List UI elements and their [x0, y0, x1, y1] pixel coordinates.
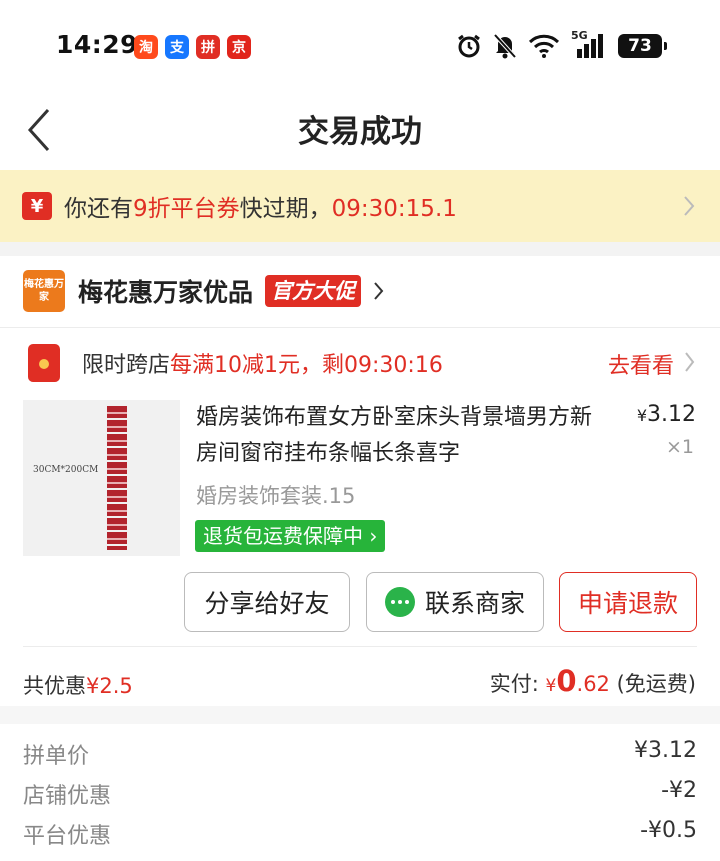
cellular-signal-icon: 5G: [571, 29, 607, 59]
coupon-countdown: 09:30:15.1: [331, 196, 457, 222]
promo-label: 限时跨店每满10减1元，剩09:30:16: [82, 347, 443, 379]
amount-paid: 实付: ¥0.62 (免运费): [490, 664, 696, 698]
coupon-icon: ¥: [22, 192, 52, 220]
store-row[interactable]: 梅花惠万家 梅花惠万家优品 官方大促: [0, 256, 720, 326]
detail-label: 平台优惠: [23, 824, 112, 849]
return-shipping-guarantee-badge[interactable]: 退货包运费保障中 ›: [195, 520, 386, 552]
mute-bell-icon: [493, 33, 517, 59]
paid-integer: 0: [556, 664, 577, 698]
thumbnail-size-caption: 30CM*200CM: [33, 465, 99, 475]
coupon-text-suffix: 快过期，: [239, 196, 332, 222]
promo-view-link[interactable]: 去看看: [608, 348, 674, 380]
detail-value: ¥3.12: [634, 738, 697, 763]
detail-row-platform-discount: 平台优惠 -¥0.5: [23, 818, 697, 850]
section-gap: [0, 706, 720, 724]
product-title[interactable]: 婚房装饰布置女方卧室床头背景墙男方新房间窗帘挂布条幅长条喜字: [196, 400, 608, 472]
price-currency: ¥: [636, 406, 648, 425]
share-to-friend-button[interactable]: 分享给好友: [184, 572, 350, 632]
chevron-right-icon: [685, 352, 695, 372]
paid-currency: ¥: [545, 676, 557, 696]
alipay-app-icon: 支: [165, 35, 189, 59]
price-value: 3.12: [647, 402, 696, 427]
cross-store-promo-row[interactable]: 限时跨店每满10减1元，剩09:30:16 去看看: [0, 328, 720, 398]
product-price: ¥3.12: [637, 402, 696, 427]
coupon-name: 9折平台券: [133, 196, 240, 222]
promo-deal-text: 每满10减1元，剩09:30:16: [170, 353, 443, 378]
total-discount: 共优惠¥2.5: [23, 670, 133, 700]
detail-label: 店铺优惠: [23, 784, 112, 809]
status-bar: 14:29 淘 支 拼 京 5G 73: [0, 0, 720, 92]
status-indicators: 5G 73: [456, 29, 667, 59]
coupon-expiry-banner[interactable]: ¥ 你还有9折平台券快过期，09:30:15.1: [0, 170, 720, 242]
guarantee-text: 退货包运费保障中: [203, 524, 363, 548]
battery-icon: 73: [618, 34, 667, 58]
taobao-app-icon: 淘: [134, 35, 158, 59]
status-time: 14:29: [56, 30, 139, 59]
detail-row-store-discount: 店铺优惠 -¥2: [23, 778, 697, 810]
wifi-icon: [528, 34, 560, 58]
alarm-icon: [458, 34, 480, 58]
detail-value: -¥0.5: [640, 818, 697, 843]
request-refund-button[interactable]: 申请退款: [559, 572, 697, 632]
discount-label: 共优惠: [23, 674, 86, 698]
thumbnail-banner-strip: [107, 406, 127, 550]
product-quantity: ×1: [665, 436, 694, 458]
notification-app-icons: 淘 支 拼 京: [134, 35, 251, 59]
shipping-note: (免运费): [616, 672, 696, 696]
product-spec: 婚房装饰套装.15: [196, 484, 356, 508]
discount-value: ¥2.5: [86, 674, 133, 698]
divider: [23, 646, 697, 647]
store-logo: 梅花惠万家: [23, 270, 65, 312]
store-name: 梅花惠万家优品: [78, 278, 254, 307]
detail-label: 拼单价: [23, 744, 90, 769]
contact-merchant-label: 联系商家: [424, 589, 525, 618]
store-promo-tag: 官方大促: [265, 275, 362, 307]
coupon-expiry-text: 你还有9折平台券快过期，09:30:15.1: [64, 189, 457, 223]
detail-row-group-price: 拼单价 ¥3.12: [23, 738, 697, 770]
paid-decimal: .62: [576, 672, 610, 696]
chevron-right-icon: ›: [369, 524, 378, 548]
contact-merchant-button[interactable]: 联系商家: [366, 572, 544, 632]
page-title: 交易成功: [298, 114, 422, 150]
chevron-right-icon: [684, 196, 695, 216]
jd-app-icon: 京: [227, 35, 251, 59]
product-thumbnail[interactable]: 30CM*200CM: [23, 400, 180, 556]
paid-label: 实付:: [489, 672, 539, 696]
chat-bubble-icon: [384, 587, 415, 617]
section-gap: [0, 242, 720, 256]
detail-value: -¥2: [661, 778, 697, 803]
promo-label-text: 限时跨店: [82, 353, 171, 378]
chevron-right-icon: [374, 282, 384, 300]
nav-bar: 交易成功: [0, 92, 720, 170]
coupon-text-prefix: 你还有: [64, 196, 133, 222]
red-packet-icon: [28, 344, 60, 382]
pinduoduo-app-icon: 拼: [196, 35, 220, 59]
